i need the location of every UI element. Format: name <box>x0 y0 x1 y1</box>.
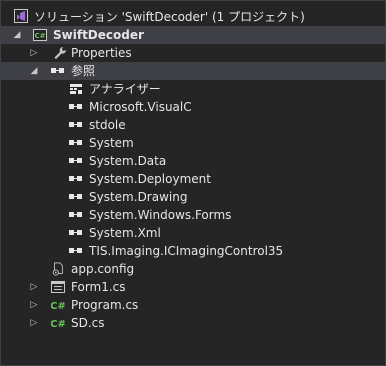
csharp-file-icon: C# <box>51 301 65 312</box>
tree-row-project[interactable]: ◢ C# SwiftDecoder <box>1 26 385 44</box>
reference-label: System.Deployment <box>89 172 211 186</box>
file-label: Form1.cs <box>71 280 126 294</box>
tree-row-reference[interactable]: TIS.Imaging.ICImagingControl35 <box>1 242 385 260</box>
tree-row-analyzer[interactable]: アナライザー <box>1 80 385 98</box>
tree-row-app-config[interactable]: app.config <box>1 260 385 278</box>
reference-icon <box>69 230 83 236</box>
tree-row-form1[interactable]: ▷ Form1.cs <box>1 278 385 296</box>
properties-label: Properties <box>71 46 132 60</box>
reference-icon <box>69 158 83 164</box>
reference-label: Microsoft.VisualC <box>89 100 192 114</box>
reference-label: stdole <box>89 118 126 132</box>
tree-row-reference[interactable]: stdole <box>1 116 385 134</box>
reference-icon <box>69 194 83 200</box>
tree-row-reference[interactable]: System.Xml <box>1 224 385 242</box>
wrench-icon <box>54 47 67 59</box>
reference-icon <box>69 248 83 254</box>
tree-row-reference[interactable]: System.Drawing <box>1 188 385 206</box>
tree-row-reference[interactable]: System.Data <box>1 152 385 170</box>
csharp-project-icon: C# <box>33 29 47 41</box>
svg-text:C#: C# <box>34 32 45 40</box>
file-label: Program.cs <box>71 298 139 312</box>
chevron-right-icon[interactable]: ▷ <box>28 44 40 62</box>
chevron-right-icon[interactable]: ▷ <box>28 314 40 332</box>
reference-label: アナライザー <box>89 82 161 96</box>
analyzer-icon <box>70 84 82 94</box>
config-file-icon <box>52 262 63 276</box>
chevron-expanded-icon[interactable]: ◢ <box>28 62 40 80</box>
reference-icon <box>69 212 83 218</box>
reference-label: System <box>89 136 134 150</box>
tree-row-reference[interactable]: Microsoft.VisualC <box>1 98 385 116</box>
tree-row-program[interactable]: ▷ C# Program.cs <box>1 296 385 314</box>
reference-label: System.Data <box>89 154 167 168</box>
reference-label: System.Drawing <box>89 190 188 204</box>
tree-row-reference[interactable]: System <box>1 134 385 152</box>
tree-row-sd[interactable]: ▷ C# SD.cs <box>1 314 385 332</box>
chevron-right-icon[interactable]: ▷ <box>28 278 40 296</box>
svg-text:C#: C# <box>51 301 65 312</box>
solution-explorer-tree: ソリューション 'SwiftDecoder' (1 プロジェクト) ◢ C# S… <box>0 0 386 366</box>
chevron-expanded-icon[interactable]: ◢ <box>11 26 23 44</box>
solution-label: ソリューション 'SwiftDecoder' (1 プロジェクト) <box>34 10 305 24</box>
tree-row-solution[interactable]: ソリューション 'SwiftDecoder' (1 プロジェクト) <box>1 8 385 26</box>
tree-row-reference[interactable]: System.Windows.Forms <box>1 206 385 224</box>
reference-icon <box>69 140 83 146</box>
reference-label: System.Windows.Forms <box>89 208 232 222</box>
reference-icon <box>69 176 83 182</box>
reference-label: TIS.Imaging.ICImagingControl35 <box>89 244 284 258</box>
tree-row-references[interactable]: ◢ 参照 <box>1 62 385 80</box>
chevron-right-icon[interactable]: ▷ <box>28 296 40 314</box>
tree-row-properties[interactable]: ▷ Properties <box>1 44 385 62</box>
form-icon <box>51 281 65 293</box>
reference-icon <box>69 122 83 128</box>
reference-icon <box>69 104 83 110</box>
file-label: app.config <box>71 262 135 276</box>
file-label: SD.cs <box>71 316 105 330</box>
references-label: 参照 <box>71 64 96 78</box>
project-label: SwiftDecoder <box>53 28 144 42</box>
reference-label: System.Xml <box>89 226 161 240</box>
reference-icon <box>51 68 65 74</box>
csharp-file-icon: C# <box>51 319 65 330</box>
tree-row-reference[interactable]: System.Deployment <box>1 170 385 188</box>
visual-studio-solution-icon <box>14 9 28 23</box>
svg-text:C#: C# <box>51 319 65 330</box>
